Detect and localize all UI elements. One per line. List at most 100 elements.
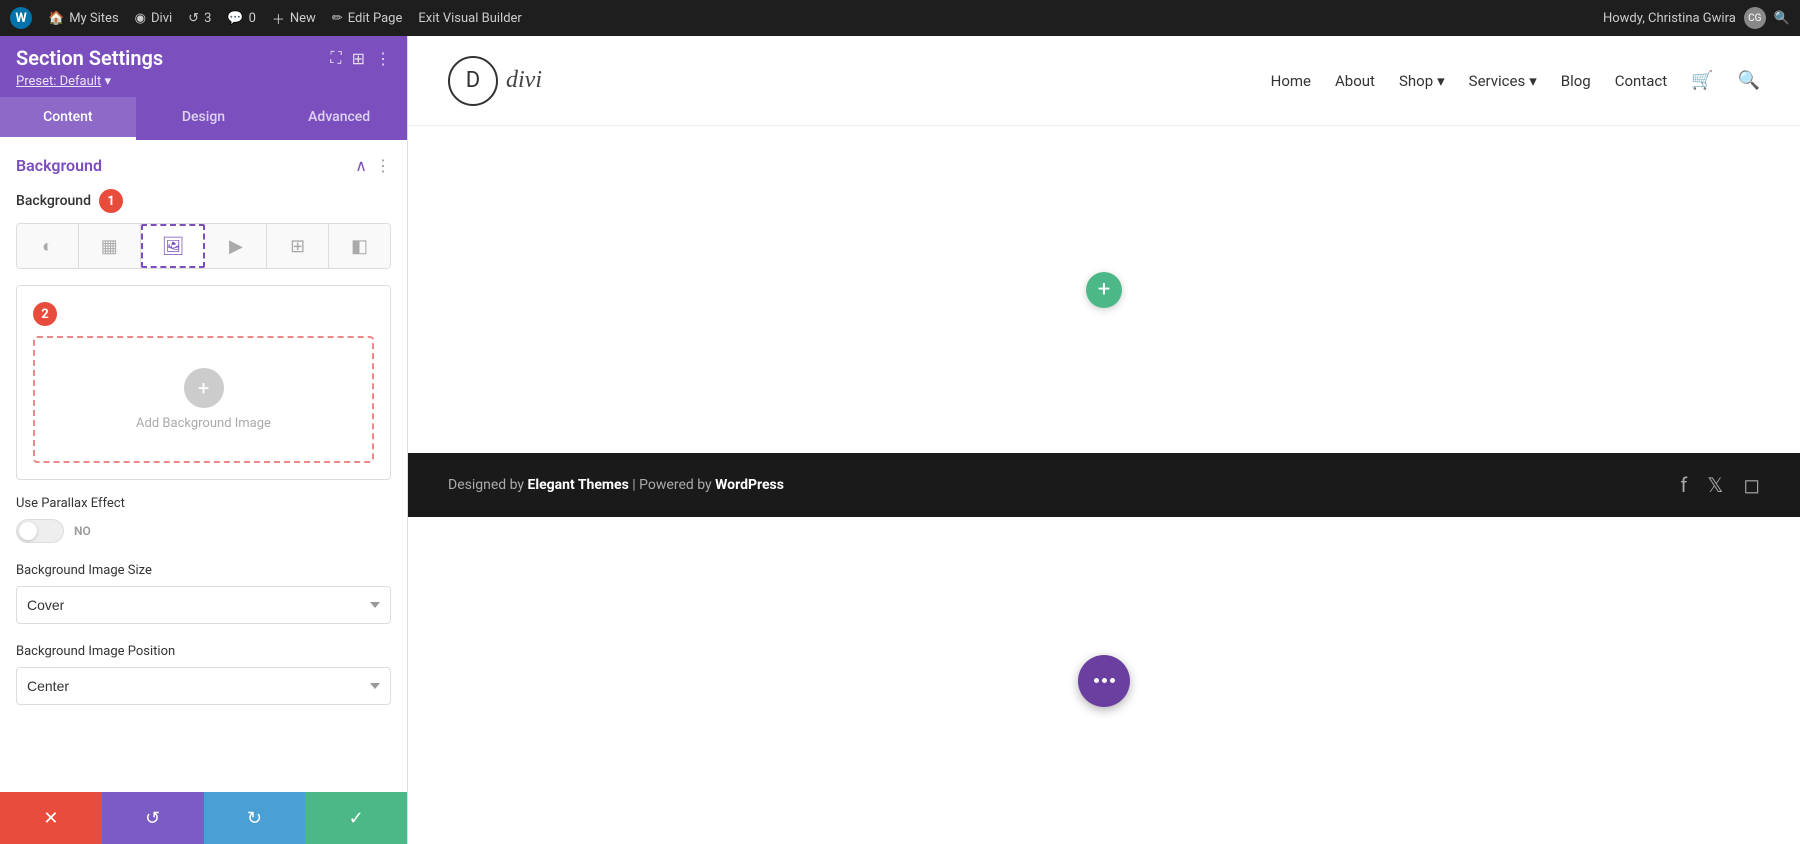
- bg-image-position-label: Background Image Position: [16, 644, 391, 659]
- section-header: Background ∧ ⋮: [16, 156, 391, 175]
- admin-bar: W 🏠 My Sites ◉ Divi ↺ 3 💬 0 ＋ New ✏ Edit…: [0, 0, 1800, 36]
- add-background-image-button[interactable]: + Add Background Image: [33, 336, 374, 463]
- plus-icon: +: [198, 376, 209, 400]
- panel-title: Section Settings: [16, 46, 163, 70]
- twitter-icon[interactable]: 𝕏: [1707, 473, 1723, 497]
- left-panel: Section Settings ⛶ ⊞ ⋮ Preset: Default ▾…: [0, 36, 408, 844]
- exit-builder-button[interactable]: Exit Visual Builder: [418, 11, 521, 26]
- floating-action-bubble[interactable]: [1078, 655, 1130, 707]
- admin-bar-right: Howdy, Christina Gwira CG 🔍: [1603, 7, 1790, 29]
- bg-type-color[interactable]: ◐: [17, 224, 79, 268]
- wordpress-icon[interactable]: W: [10, 7, 32, 29]
- bg-image-position-field: Background Image Position Center Top Lef…: [16, 644, 391, 705]
- edit-page-button[interactable]: ✏ Edit Page: [332, 11, 403, 26]
- elegant-themes-link[interactable]: Elegant Themes: [528, 477, 629, 493]
- nav-blog[interactable]: Blog: [1561, 72, 1591, 90]
- preset-label[interactable]: Preset: Default ▾: [16, 74, 391, 89]
- instagram-icon[interactable]: ◻: [1743, 473, 1760, 497]
- howdy-label: Howdy, Christina Gwira: [1603, 11, 1736, 26]
- fullscreen-icon[interactable]: ⛶: [330, 48, 341, 68]
- sites-icon: 🏠: [48, 11, 64, 26]
- admin-search-button[interactable]: 🔍: [1774, 11, 1790, 26]
- pencil-icon: ✏: [332, 11, 343, 26]
- add-section-button[interactable]: +: [1086, 272, 1122, 308]
- section-controls: ∧ ⋮: [355, 156, 391, 175]
- nav-services[interactable]: Services ▾: [1469, 72, 1537, 90]
- more-options-icon[interactable]: ⋮: [375, 49, 391, 68]
- add-image-circle: +: [184, 368, 224, 408]
- undo-button[interactable]: ↺: [102, 792, 204, 844]
- search-icon[interactable]: 🔍: [1738, 70, 1760, 91]
- plus-icon: ＋: [272, 9, 285, 28]
- cart-icon[interactable]: 🛒: [1691, 70, 1713, 91]
- page-preview: D divi Home About Shop ▾ Services ▾: [408, 36, 1800, 844]
- bubble-dot-1: [1094, 678, 1099, 683]
- step-badge-1: 1: [99, 189, 123, 213]
- background-section: Background ∧ ⋮ Background 1: [0, 140, 407, 741]
- save-button[interactable]: ✓: [305, 792, 407, 844]
- background-field-label: Background: [16, 193, 91, 209]
- footer-text: Designed by Elegant Themes | Powered by …: [448, 477, 784, 493]
- facebook-icon[interactable]: f: [1680, 473, 1687, 497]
- redo-button[interactable]: ↻: [204, 792, 306, 844]
- user-avatar[interactable]: CG: [1744, 7, 1766, 29]
- add-image-label: Add Background Image: [136, 416, 271, 431]
- updates-menu[interactable]: ↺ 3: [188, 11, 211, 26]
- gradient-icon: ▦: [101, 236, 118, 257]
- below-footer-area: [408, 517, 1800, 844]
- wordpress-link[interactable]: WordPress: [715, 477, 784, 493]
- nav-contact[interactable]: Contact: [1615, 72, 1667, 90]
- divi-icon: ◉: [135, 11, 146, 26]
- parallax-toggle[interactable]: [16, 519, 64, 543]
- site-nav: Home About Shop ▾ Services ▾ Blog Contac: [1271, 70, 1760, 91]
- bg-type-gradient[interactable]: ▦: [79, 224, 141, 268]
- color-icon: ◐: [42, 236, 53, 257]
- bg-type-video[interactable]: ▶: [205, 224, 267, 268]
- bg-type-image[interactable]: 🖼: [141, 224, 206, 268]
- bg-type-pattern[interactable]: ⊞: [267, 224, 329, 268]
- parallax-value: NO: [74, 524, 91, 538]
- image-upload-container: 2 + Add Background Image: [16, 285, 391, 480]
- bg-type-mask[interactable]: ◧: [329, 224, 390, 268]
- panel-header: Section Settings ⛶ ⊞ ⋮ Preset: Default ▾: [0, 36, 407, 97]
- bubble-dot-2: [1102, 678, 1107, 683]
- panel-tabs: Content Design Advanced: [0, 97, 407, 140]
- cancel-button[interactable]: ✕: [0, 792, 102, 844]
- new-button[interactable]: ＋ New: [272, 9, 316, 28]
- section-title: Background: [16, 156, 102, 175]
- mask-icon: ◧: [351, 236, 368, 257]
- step2-row: 2: [33, 302, 374, 326]
- bg-image-position-select[interactable]: Center Top Left Top Center Top Right Cen…: [16, 667, 391, 705]
- page-body: + Designed by Elegant Themes | Powered b…: [408, 126, 1800, 844]
- layout-icon[interactable]: ⊞: [352, 49, 365, 68]
- collapse-toggle[interactable]: ∧: [355, 156, 367, 175]
- main-container: Section Settings ⛶ ⊞ ⋮ Preset: Default ▾…: [0, 36, 1800, 844]
- toggle-knob: [19, 522, 37, 540]
- bg-image-size-select[interactable]: Cover Contain Auto Custom: [16, 586, 391, 624]
- background-label-row: Background 1: [16, 189, 391, 213]
- panel-header-top: Section Settings ⛶ ⊞ ⋮: [16, 46, 391, 70]
- comments-menu[interactable]: 💬 0: [227, 11, 256, 26]
- nav-shop[interactable]: Shop ▾: [1399, 72, 1445, 90]
- panel-header-icons: ⛶ ⊞ ⋮: [330, 48, 391, 68]
- site-navbar: D divi Home About Shop ▾ Services ▾: [408, 36, 1800, 126]
- tab-content[interactable]: Content: [0, 97, 136, 140]
- my-sites-menu[interactable]: 🏠 My Sites: [48, 11, 119, 26]
- section-more-menu[interactable]: ⋮: [375, 156, 391, 175]
- main-content-area: +: [408, 126, 1800, 453]
- parallax-label: Use Parallax Effect: [16, 496, 391, 511]
- nav-home[interactable]: Home: [1271, 72, 1311, 90]
- bg-image-size-label: Background Image Size: [16, 563, 391, 578]
- step-badge-2: 2: [33, 302, 57, 326]
- tab-design[interactable]: Design: [136, 97, 272, 140]
- bubble-dot-3: [1110, 678, 1115, 683]
- site-logo[interactable]: D divi: [448, 56, 542, 106]
- bg-image-size-field: Background Image Size Cover Contain Auto…: [16, 563, 391, 624]
- parallax-field: Use Parallax Effect NO: [16, 496, 391, 543]
- parallax-toggle-row: NO: [16, 519, 391, 543]
- divi-menu[interactable]: ◉ Divi: [135, 11, 173, 26]
- comments-icon: 💬: [227, 11, 243, 26]
- nav-about[interactable]: About: [1335, 72, 1375, 90]
- image-icon: 🖼: [162, 236, 185, 257]
- tab-advanced[interactable]: Advanced: [271, 97, 407, 140]
